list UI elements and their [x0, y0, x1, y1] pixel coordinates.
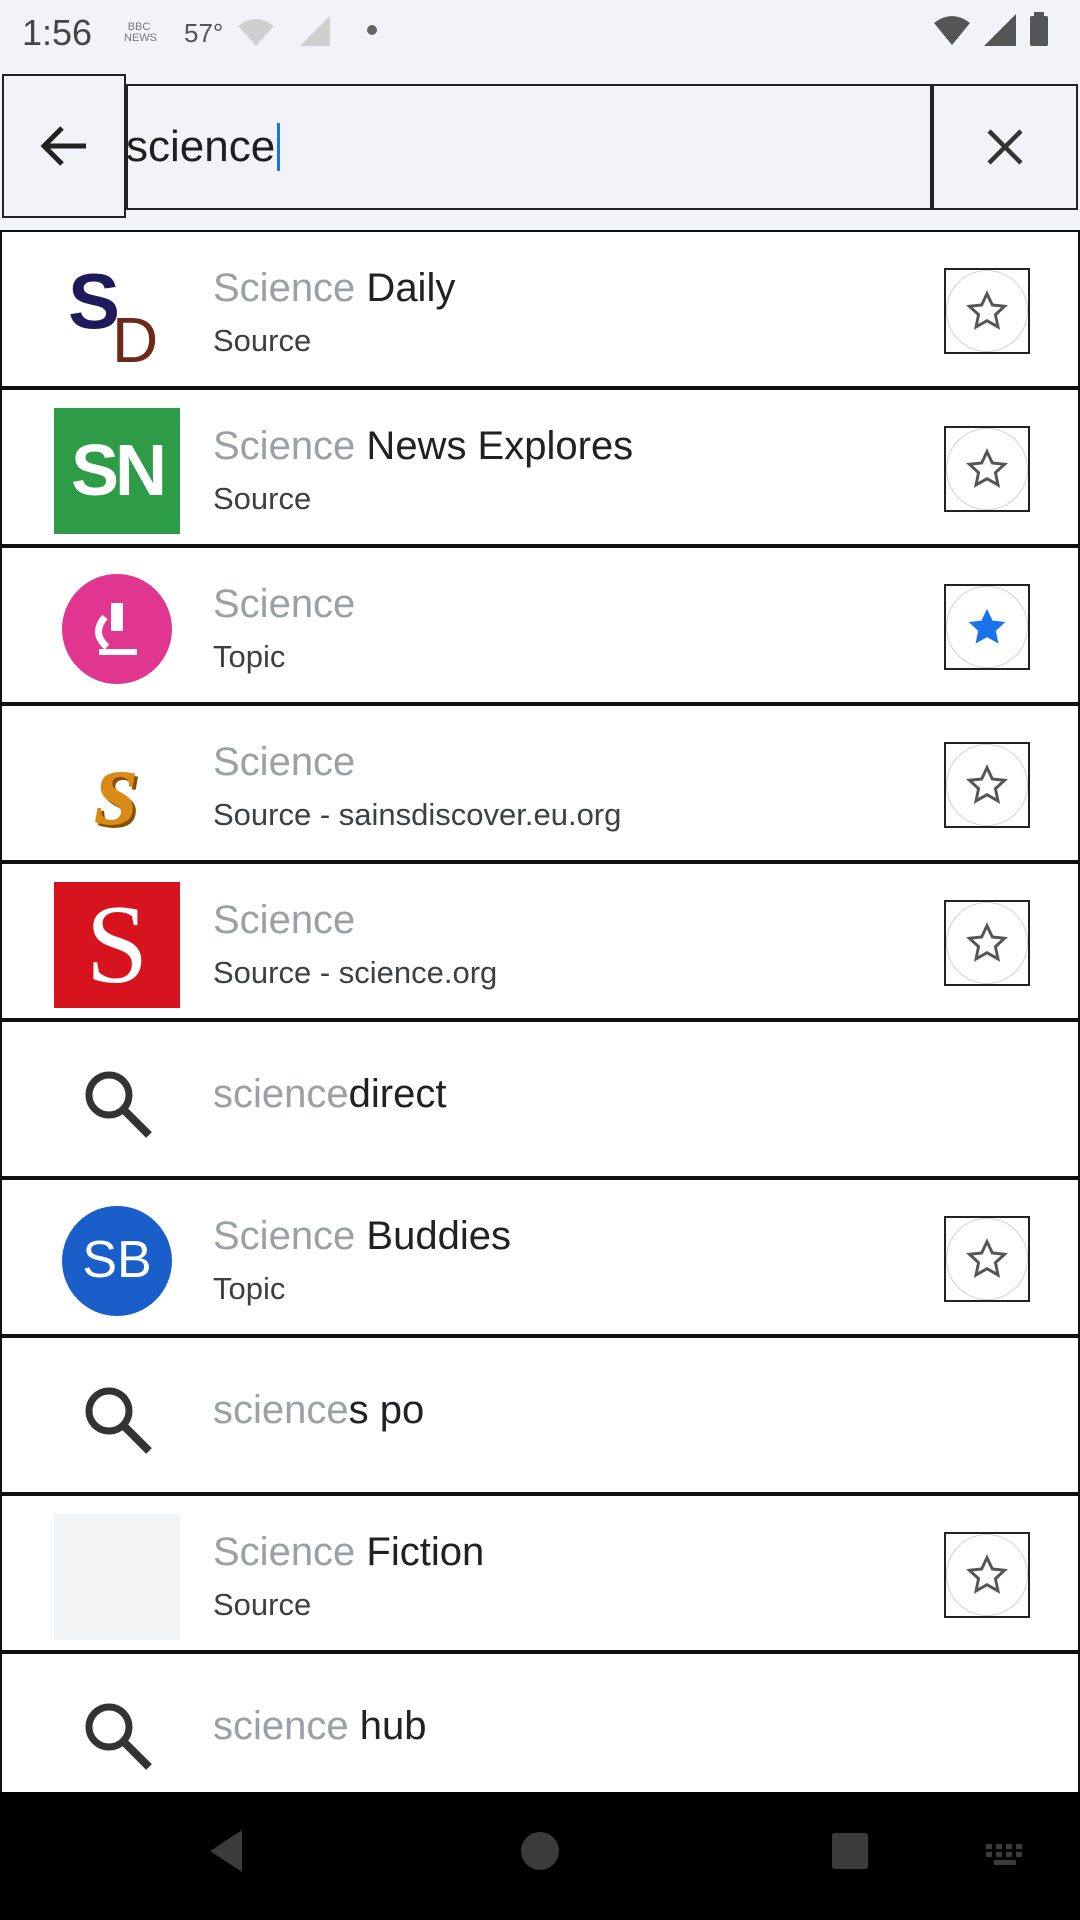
status-time: 1:56: [22, 12, 93, 53]
follow-star-button[interactable]: [944, 584, 1030, 670]
search-input[interactable]: science: [126, 84, 932, 210]
system-nav-bar: [0, 1792, 1080, 1920]
arrow-back-icon: [40, 126, 86, 166]
result-title: Science: [213, 898, 356, 942]
star-outline-icon: [966, 764, 1008, 804]
search-suggestion-science-hub[interactable]: science hub: [0, 1652, 1080, 1794]
result-subtitle: Topic: [213, 1271, 286, 1306]
search-query-text: science: [126, 122, 276, 171]
result-row-science-fiction[interactable]: Science Fiction Source: [0, 1494, 1080, 1652]
sn-logo: SN: [54, 408, 180, 534]
result-title: Science Fiction: [213, 1530, 485, 1574]
star-outline-icon: [966, 448, 1008, 488]
svg-text:D: D: [112, 304, 158, 368]
result-row-science-daily[interactable]: S D Science Daily Source: [0, 230, 1080, 388]
result-title: Science Daily: [213, 266, 456, 310]
back-button[interactable]: [2, 74, 126, 218]
star-outline-icon: [966, 1238, 1008, 1278]
result-subtitle: Source - science.org: [213, 955, 498, 990]
clear-button[interactable]: [932, 84, 1078, 210]
dot-icon: [367, 25, 377, 35]
star-filled-icon: [968, 608, 1006, 644]
nav-recents-icon[interactable]: [830, 1826, 870, 1876]
follow-star-button[interactable]: [944, 900, 1030, 986]
temperature-text: 57°: [184, 18, 224, 48]
status-right: [932, 12, 1050, 48]
screen: 1:56 BBC NEWS 57° science S D Science Da…: [0, 0, 1080, 1920]
result-subtitle: Source: [213, 323, 312, 358]
nav-back-icon[interactable]: [206, 1826, 246, 1876]
star-outline-icon: [966, 922, 1008, 962]
suggestion-text: sciencedirect: [213, 1072, 447, 1116]
follow-star-button[interactable]: [944, 742, 1030, 828]
keyboard-icon[interactable]: [986, 1844, 1030, 1868]
follow-star-button[interactable]: [944, 268, 1030, 354]
battery-icon: [1030, 12, 1048, 46]
result-subtitle: Source - sainsdiscover.eu.org: [213, 797, 622, 832]
orange-s-logo: s: [95, 725, 139, 848]
close-icon: [987, 129, 1023, 165]
follow-star-button[interactable]: [944, 1216, 1030, 1302]
signal-unknown-icon: [300, 16, 330, 46]
search-header: science: [0, 70, 1080, 218]
text-caret: [277, 123, 281, 171]
result-subtitle: Source: [213, 481, 312, 516]
search-suggestion-sciences-po[interactable]: sciences po: [0, 1336, 1080, 1494]
follow-star-button[interactable]: [944, 1532, 1030, 1618]
result-subtitle: Source: [213, 1587, 312, 1622]
science-daily-logo: S D: [54, 250, 180, 376]
result-title: Science: [213, 740, 356, 784]
star-outline-icon: [966, 1554, 1008, 1594]
result-row-science-news-explores[interactable]: SN Science News Explores Source: [0, 388, 1080, 546]
result-title: Science News Explores: [213, 424, 634, 468]
results-list: S D Science Daily Source SN Science News…: [0, 230, 1080, 1794]
result-title: Science Buddies: [213, 1214, 511, 1258]
result-row-science-sainsdiscover[interactable]: s Science Source - sainsdiscover.eu.org: [0, 704, 1080, 862]
science-org-logo: S: [54, 882, 180, 1008]
suggestion-text: science hub: [213, 1704, 427, 1748]
sb-logo: SB: [54, 1198, 180, 1324]
nav-home-icon[interactable]: [520, 1826, 560, 1876]
wifi-unknown-icon: [238, 19, 274, 46]
result-row-science-org[interactable]: S Science Source - science.org: [0, 862, 1080, 1020]
star-outline-icon: [966, 290, 1008, 330]
search-suggestion-sciencedirect[interactable]: sciencedirect: [0, 1020, 1080, 1178]
result-row-science-topic[interactable]: Science Topic: [0, 546, 1080, 704]
placeholder-logo: [54, 1514, 180, 1640]
search-icon: [54, 1672, 180, 1798]
svg-text:SB: SB: [82, 1231, 151, 1289]
follow-star-button[interactable]: [944, 426, 1030, 512]
result-subtitle: Topic: [213, 639, 286, 674]
bbc-news-icon: BBC NEWS: [124, 21, 157, 44]
search-icon: [54, 1356, 180, 1482]
result-title: Science: [213, 582, 356, 626]
status-bar: 1:56 BBC NEWS 57°: [0, 0, 1080, 64]
microscope-topic-icon: [54, 566, 180, 692]
search-icon: [54, 1040, 180, 1166]
cell-signal-icon: [984, 14, 1016, 46]
suggestion-text: sciences po: [213, 1388, 425, 1432]
result-row-science-buddies[interactable]: SB Science Buddies Topic: [0, 1178, 1080, 1336]
wifi-icon: [934, 16, 970, 45]
